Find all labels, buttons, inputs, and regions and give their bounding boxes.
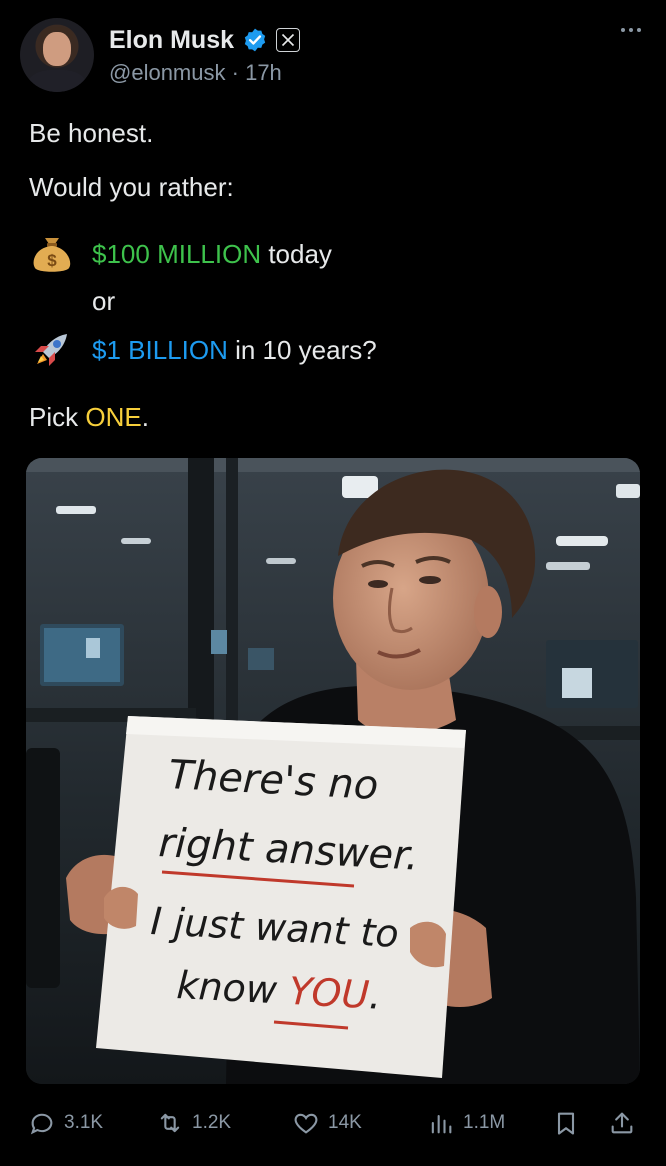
avatar[interactable] xyxy=(20,18,94,92)
sign-line-4-prefix: know xyxy=(176,963,291,1013)
handle-row: @elonmusk · 17h xyxy=(109,60,282,86)
rocket-icon xyxy=(35,334,67,366)
tweet-line-1: Be honest. xyxy=(29,118,154,148)
photo-illustration: There's no right answer. I just want to … xyxy=(26,458,640,1084)
views-chart-icon xyxy=(431,1114,452,1134)
author-name[interactable]: Elon Musk xyxy=(109,26,234,55)
option-two-amount: $1 BILLION xyxy=(92,334,228,365)
pick-highlight: ONE xyxy=(85,402,142,432)
tweet-header: Elon Musk @elonmusk · 17h xyxy=(20,18,646,94)
money-bag-icon: $ xyxy=(33,238,71,272)
avatar-shirt xyxy=(28,70,86,92)
views-count: 1.1M xyxy=(463,1112,506,1133)
avatar-face xyxy=(43,32,71,66)
heart-icon xyxy=(294,1113,318,1134)
pick-line: Pick ONE. xyxy=(29,402,149,433)
more-options-icon[interactable] xyxy=(616,24,646,36)
option-two-rest: in 10 years? xyxy=(227,334,377,365)
sign-line-4-suffix: . xyxy=(368,973,382,1018)
bookmark-icon xyxy=(557,1112,575,1135)
option-one: $ $100 MILLION today xyxy=(29,234,332,274)
separator: · xyxy=(231,60,239,85)
svg-text:$: $ xyxy=(47,251,57,270)
like-button[interactable]: 14K xyxy=(292,1109,362,1137)
timestamp[interactable]: 17h xyxy=(245,60,282,85)
sign-line-4-highlight: YOU xyxy=(288,969,371,1017)
share-icon xyxy=(611,1112,633,1134)
repost-icon xyxy=(160,1113,180,1133)
reply-count: 3.1K xyxy=(64,1112,104,1133)
ceiling-light xyxy=(56,506,96,514)
like-count: 14K xyxy=(328,1112,362,1133)
repost-count: 1.2K xyxy=(192,1112,232,1133)
views-button[interactable]: 1.1M xyxy=(427,1109,505,1137)
bookmark-button[interactable] xyxy=(552,1109,580,1137)
repost-button[interactable]: 1.2K xyxy=(156,1109,231,1137)
option-two: $1 BILLION in 10 years? xyxy=(29,330,377,370)
author-handle[interactable]: @elonmusk xyxy=(109,60,226,85)
x-affiliate-icon[interactable] xyxy=(276,28,301,52)
reply-icon xyxy=(30,1113,53,1135)
tweet-photo[interactable]: There's no right answer. I just want to … xyxy=(26,458,640,1084)
or-text: or xyxy=(92,286,116,316)
verified-badge-icon xyxy=(244,28,266,52)
share-button[interactable] xyxy=(608,1109,636,1137)
pick-suffix: . xyxy=(141,402,149,432)
option-one-rest: today xyxy=(261,238,332,269)
reply-button[interactable]: 3.1K xyxy=(28,1109,103,1137)
name-row: Elon Musk xyxy=(109,24,301,56)
tweet-line-2: Would you rather: xyxy=(29,172,234,202)
option-one-amount: $100 MILLION xyxy=(92,238,262,269)
pick-prefix: Pick xyxy=(29,402,86,432)
action-bar: 3.1K 1.2K 14K 1.1M xyxy=(22,1105,644,1145)
